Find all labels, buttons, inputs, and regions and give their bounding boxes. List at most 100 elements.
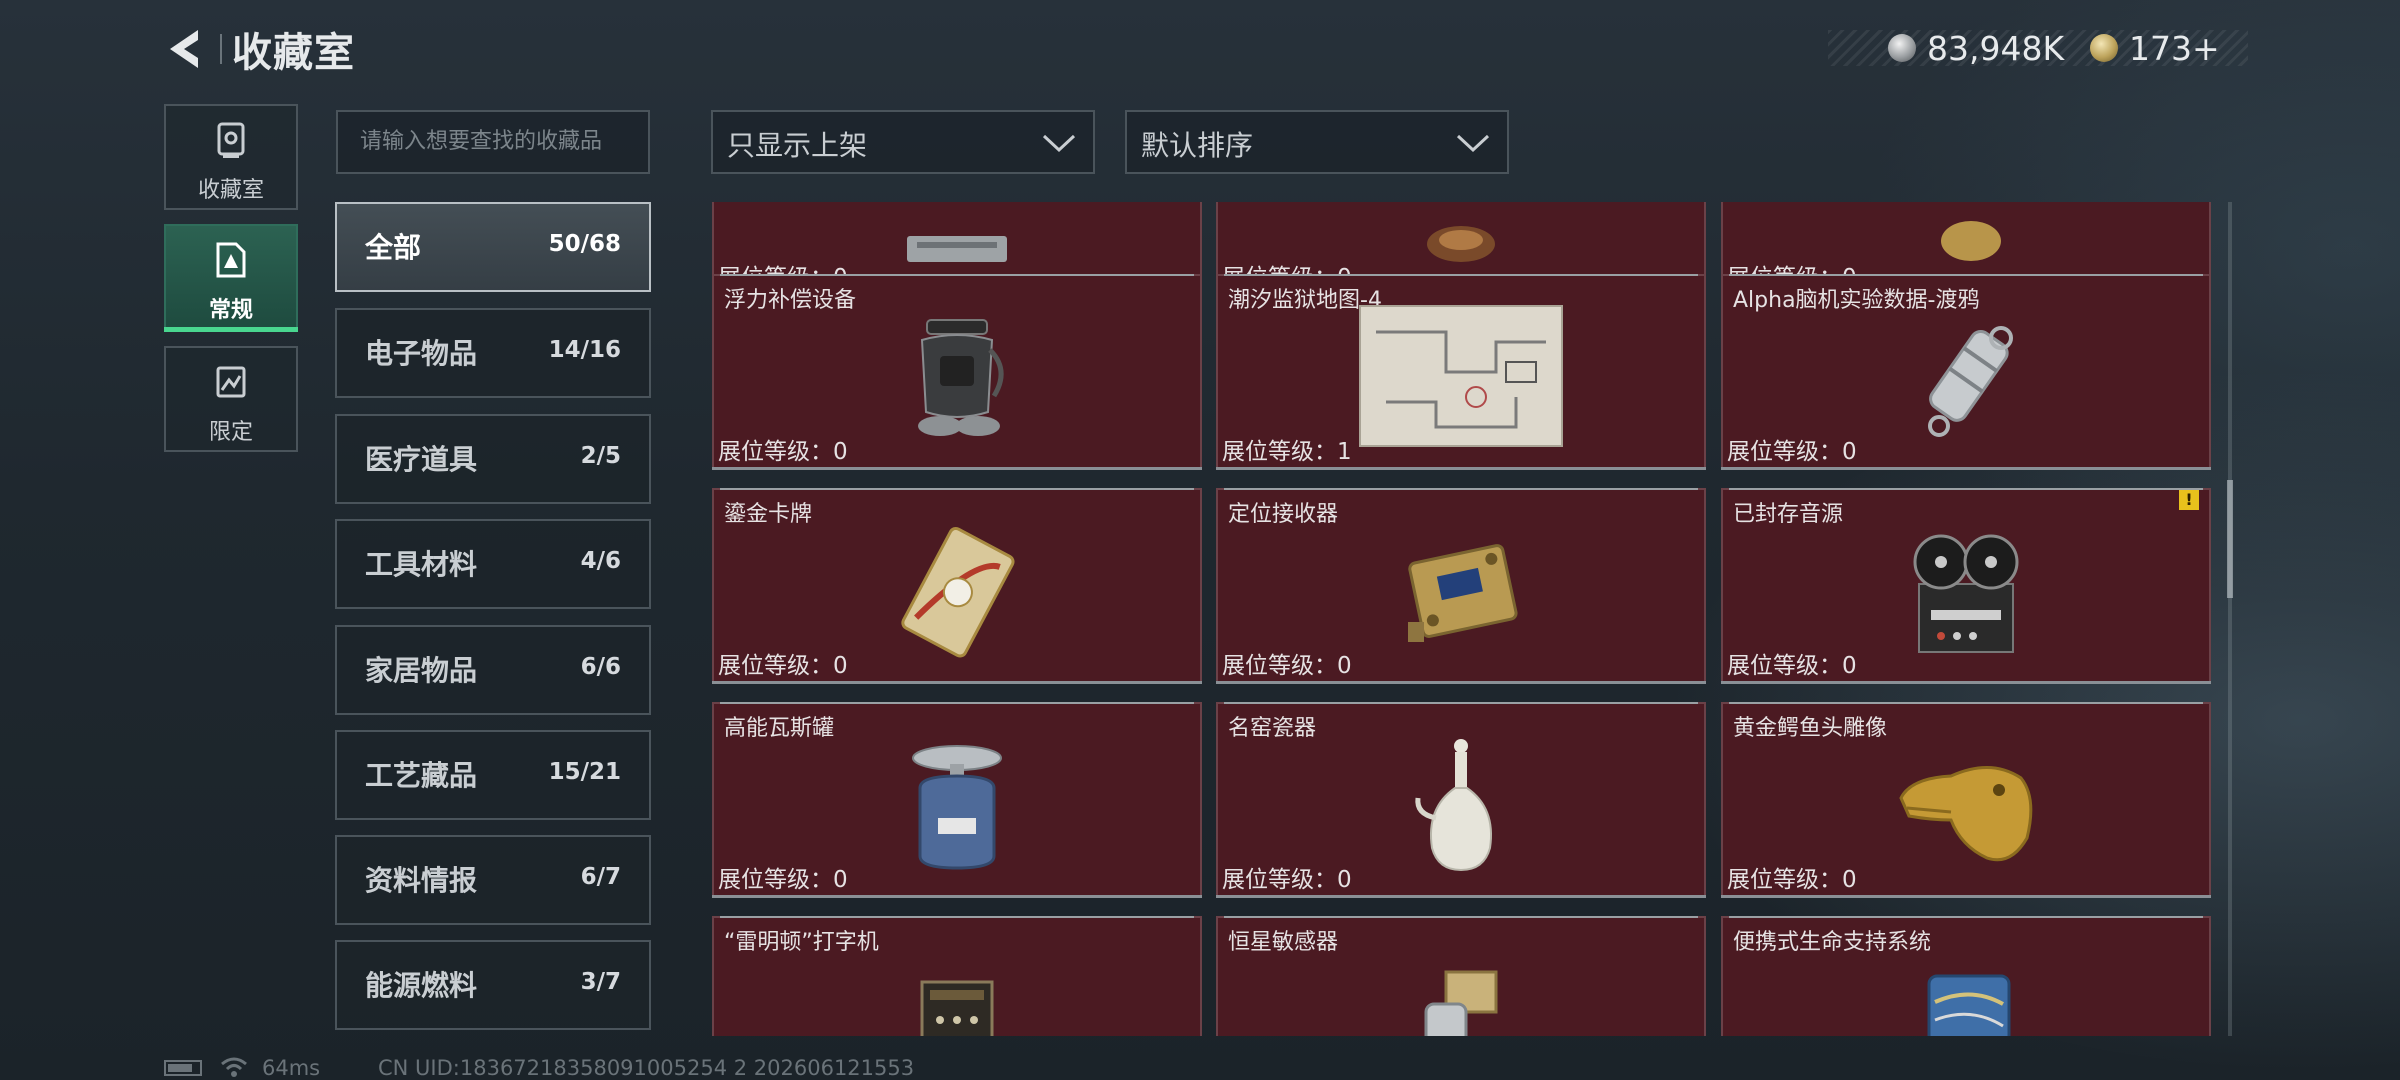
category-name: 工具材料 bbox=[365, 548, 478, 581]
dropdown-label: 默认排序 bbox=[1141, 129, 1254, 162]
collection-item-card[interactable]: 潮汐监狱地图-4 展位等级：1 bbox=[1216, 274, 1706, 470]
category-name: 家居物品 bbox=[365, 654, 478, 687]
uid-text: CN UID:18367218358091005254 2 2026061215… bbox=[378, 1056, 915, 1080]
regular-document-icon bbox=[216, 242, 246, 278]
category-name: 医疗道具 bbox=[365, 443, 478, 476]
reel-recorder-icon bbox=[1913, 534, 2019, 653]
side-tab-collection-room[interactable]: 收藏室 bbox=[164, 104, 298, 210]
category-count: 6/6 bbox=[580, 654, 621, 680]
alert-badge-icon: ! bbox=[2179, 490, 2199, 510]
back-arrow-icon[interactable] bbox=[160, 24, 210, 74]
booth-level: 展位等级：0 bbox=[1222, 653, 1352, 679]
typewriter-icon bbox=[920, 980, 994, 1036]
silver-coin-icon bbox=[1888, 34, 1916, 62]
booth-level: 展位等级：0 bbox=[1727, 867, 1857, 893]
header-divider bbox=[220, 34, 222, 64]
collection-grid[interactable]: 展位等级：0 展位等级：0 展位等级：0 浮力补偿设备 bbox=[710, 202, 2230, 1036]
category-name: 全部 bbox=[365, 231, 422, 264]
collection-item-card[interactable]: 便携式生命支持系统 bbox=[1721, 916, 2211, 1036]
category-count: 50/68 bbox=[548, 231, 621, 257]
category-household[interactable]: 家居物品 6/6 bbox=[335, 625, 651, 715]
category-count: 4/6 bbox=[580, 548, 621, 574]
category-count: 2/5 bbox=[580, 443, 621, 469]
page-title: 收藏室 bbox=[232, 30, 355, 76]
booth-level: 展位等级：0 bbox=[1727, 439, 1857, 465]
collection-item-card[interactable]: 恒星敏感器 bbox=[1216, 916, 1706, 1036]
grid-scrollbar-track[interactable] bbox=[2228, 202, 2232, 1036]
collection-item-card[interactable]: “雷明顿”打字机 bbox=[712, 916, 1202, 1036]
category-name: 工艺藏品 bbox=[365, 759, 478, 792]
booth-level: 展位等级：0 bbox=[718, 653, 848, 679]
porcelain-vase-icon bbox=[1415, 739, 1492, 872]
limited-image-icon bbox=[216, 366, 246, 398]
side-tab-label: 限定 bbox=[208, 420, 253, 445]
side-tab-limited[interactable]: 限定 bbox=[164, 346, 298, 452]
category-name: 资料情报 bbox=[365, 864, 478, 897]
collection-item-card[interactable]: 鎏金卡牌 展位等级：0 bbox=[712, 488, 1202, 684]
category-name: 能源燃料 bbox=[365, 969, 478, 1002]
collection-item-card[interactable]: 定位接收器 展位等级：0 bbox=[1216, 488, 1706, 684]
ping-text: 64ms bbox=[262, 1056, 321, 1080]
gas-canister-icon bbox=[912, 745, 1002, 870]
collection-item-card[interactable]: 已封存音源 ! 展位等级：0 bbox=[1721, 488, 2211, 684]
category-count: 14/16 bbox=[548, 337, 621, 363]
currency-bar: 83,948K 173+ bbox=[1828, 29, 2248, 68]
display-filter-dropdown[interactable]: 只显示上架 bbox=[711, 110, 1095, 174]
data-cylinder-icon bbox=[1928, 326, 2013, 437]
metal-device-icon bbox=[907, 236, 1007, 262]
collection-item-card[interactable]: 高能瓦斯罐 展位等级：0 bbox=[712, 702, 1202, 898]
collection-item-card[interactable]: 黄金鳄鱼头雕像 展位等级：0 bbox=[1721, 702, 2211, 898]
category-count: 6/7 bbox=[580, 864, 621, 890]
battery-icon bbox=[164, 1060, 202, 1076]
category-count: 3/7 bbox=[580, 969, 621, 995]
collection-item-card[interactable]: Alpha脑机实验数据-渡鸦 展位等级：0 bbox=[1721, 274, 2211, 470]
dropdown-label: 只显示上架 bbox=[727, 129, 868, 162]
category-energy[interactable]: 能源燃料 3/7 bbox=[335, 940, 651, 1030]
silver-currency-value: 83,948K bbox=[1927, 29, 2065, 68]
booth-level: 展位等级：0 bbox=[718, 867, 848, 893]
gold-coin-icon bbox=[2090, 34, 2118, 62]
item-name: 已封存音源 bbox=[1733, 502, 1844, 527]
life-support-icon bbox=[1927, 974, 2011, 1036]
sort-order-dropdown[interactable]: 默认排序 bbox=[1125, 110, 1509, 174]
category-crafts[interactable]: 工艺藏品 15/21 bbox=[335, 730, 651, 820]
chevron-down-icon bbox=[1042, 134, 1076, 153]
booth-level: 展位等级：0 bbox=[718, 439, 848, 465]
bronze-object-icon bbox=[1427, 226, 1495, 262]
collection-item-card[interactable]: 名窑瓷器 展位等级：0 bbox=[1216, 702, 1706, 898]
gold-ornament-icon bbox=[1941, 221, 2001, 261]
booth-level: 展位等级：1 bbox=[1222, 439, 1352, 465]
item-name: 浮力补偿设备 bbox=[724, 288, 857, 313]
gold-crocodile-head-icon bbox=[1899, 766, 2033, 862]
gilded-card-icon bbox=[901, 526, 1015, 658]
star-sensor-icon bbox=[1424, 970, 1498, 1036]
chevron-down-icon bbox=[1456, 134, 1490, 153]
item-name: 高能瓦斯罐 bbox=[724, 716, 835, 741]
buoyancy-tank-icon bbox=[918, 319, 1004, 436]
collection-item-card[interactable]: 浮力补偿设备 展位等级：0 bbox=[712, 274, 1202, 470]
category-tools[interactable]: 工具材料 4/6 bbox=[335, 519, 651, 609]
side-tab-label: 收藏室 bbox=[197, 178, 264, 203]
wifi-icon bbox=[221, 1057, 247, 1077]
grid-scrollbar-thumb[interactable] bbox=[2227, 480, 2233, 598]
gold-currency-value[interactable]: 173+ bbox=[2129, 29, 2220, 68]
item-name: 鎏金卡牌 bbox=[724, 502, 813, 527]
category-intel[interactable]: 资料情报 6/7 bbox=[335, 835, 651, 925]
gps-receiver-icon bbox=[1408, 544, 1518, 642]
category-electronics[interactable]: 电子物品 14/16 bbox=[335, 308, 651, 398]
item-name: 名窑瓷器 bbox=[1228, 716, 1317, 741]
item-name: 黄金鳄鱼头雕像 bbox=[1733, 716, 1888, 741]
booth-level: 展位等级：0 bbox=[1222, 867, 1352, 893]
item-name: “雷明顿”打字机 bbox=[724, 930, 879, 955]
category-medical[interactable]: 医疗道具 2/5 bbox=[335, 414, 651, 504]
search-input[interactable]: 请输入想要查找的收藏品 bbox=[336, 110, 650, 174]
item-name: 恒星敏感器 bbox=[1228, 930, 1339, 955]
blueprint-map-icon bbox=[1359, 305, 1563, 447]
collection-trophy-icon bbox=[217, 122, 245, 158]
side-tab-label: 常规 bbox=[208, 298, 253, 323]
side-tab-regular[interactable]: 常规 bbox=[164, 224, 298, 332]
booth-level: 展位等级：0 bbox=[1727, 653, 1857, 679]
item-name: 定位接收器 bbox=[1228, 502, 1339, 527]
category-all[interactable]: 全部 50/68 bbox=[335, 202, 651, 292]
category-name: 电子物品 bbox=[365, 337, 478, 370]
